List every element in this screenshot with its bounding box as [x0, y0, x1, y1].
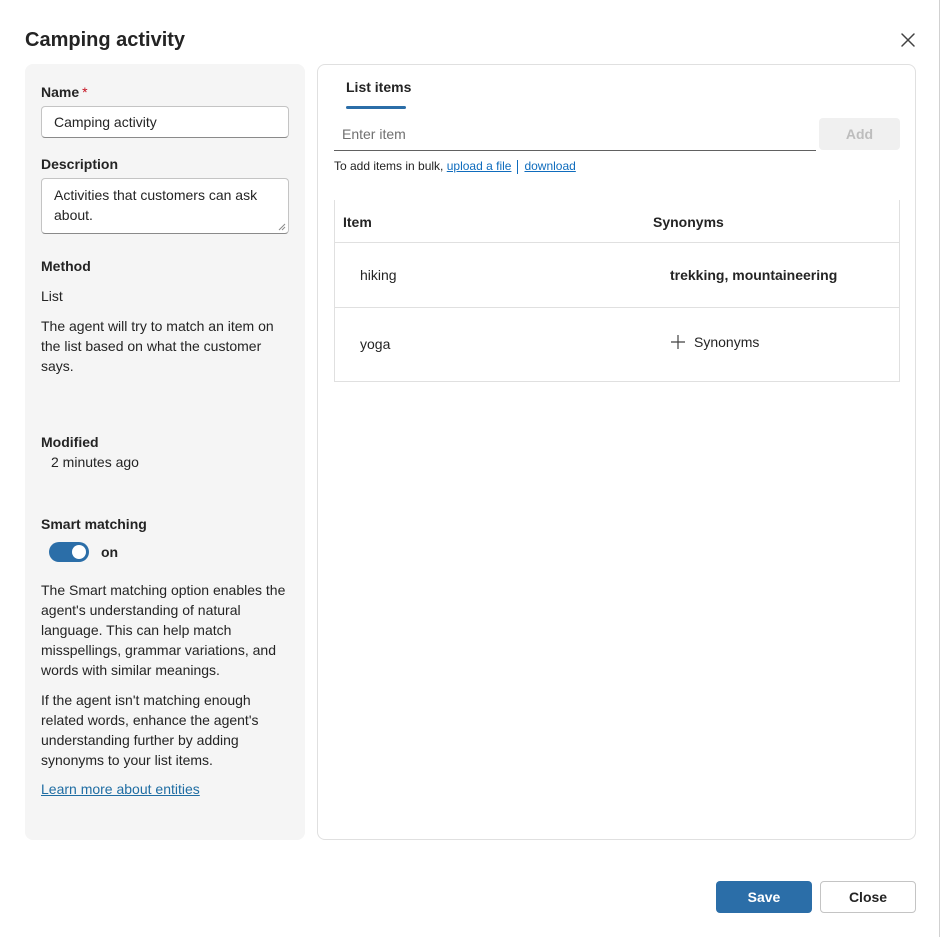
items-table: Item Synonyms hiking trekking, mountaine…: [334, 200, 900, 382]
details-panel: Name * Camping activity Description Activ…: [25, 64, 305, 840]
table-row-item[interactable]: yoga: [360, 336, 390, 352]
modified-label: Modified: [41, 434, 99, 450]
description-text: Activities that customers can ask about.: [54, 187, 258, 223]
upload-file-link[interactable]: upload a file: [447, 159, 512, 173]
column-header-item: Item: [343, 214, 372, 230]
smart-matching-toggle[interactable]: [49, 542, 89, 562]
close-icon[interactable]: [896, 28, 920, 52]
bulk-prefix: To add items in bulk,: [334, 159, 444, 173]
table-row-synonyms[interactable]: trekking, mountaineering: [670, 267, 837, 283]
smart-matching-tip: If the agent isn't matching enough relat…: [41, 692, 259, 768]
dialog-title: Camping activity: [25, 29, 186, 51]
tab-list-items[interactable]: List items: [346, 79, 411, 95]
dialog: Camping activity Name * Camping activity …: [0, 0, 940, 937]
smart-matching-label: Smart matching: [41, 516, 147, 532]
method-value: List: [41, 288, 63, 304]
enter-item-input[interactable]: Enter item: [334, 119, 816, 151]
description-label: Description: [41, 156, 119, 172]
save-button[interactable]: Save: [716, 881, 812, 913]
required-mark: *: [82, 84, 88, 100]
name-field[interactable]: Camping activity: [41, 106, 289, 138]
method-help: The agent will try to match an item on t…: [41, 318, 274, 374]
column-header-synonyms: Synonyms: [653, 214, 724, 230]
add-button[interactable]: Add: [819, 118, 900, 150]
modified-value: 2 minutes ago: [51, 454, 139, 470]
download-link[interactable]: download: [524, 159, 575, 173]
learn-more-link[interactable]: Learn more about entities: [41, 781, 200, 797]
tab-indicator: [346, 106, 406, 109]
name-label: Name *: [41, 84, 88, 100]
add-synonyms-label: Synonyms: [694, 334, 760, 350]
link-separator: [517, 159, 519, 174]
list-items-panel: List items Enter item Add To add items i…: [317, 64, 916, 840]
resize-grip-icon[interactable]: [278, 223, 286, 231]
plus-icon: [671, 335, 685, 349]
row-divider: [335, 242, 899, 243]
description-field[interactable]: Activities that customers can ask about.: [41, 178, 289, 234]
method-label: Method: [41, 258, 91, 274]
close-button[interactable]: Close: [820, 881, 916, 913]
add-synonyms-button[interactable]: Synonyms: [670, 334, 759, 350]
table-row-item[interactable]: hiking: [360, 267, 397, 283]
toggle-knob: [72, 545, 86, 559]
row-divider: [335, 307, 899, 308]
smart-matching-help: The Smart matching option enables the ag…: [41, 582, 286, 678]
smart-matching-state: on: [101, 544, 119, 560]
bulk-add-text: To add items in bulk, upload a file downl…: [334, 159, 576, 174]
